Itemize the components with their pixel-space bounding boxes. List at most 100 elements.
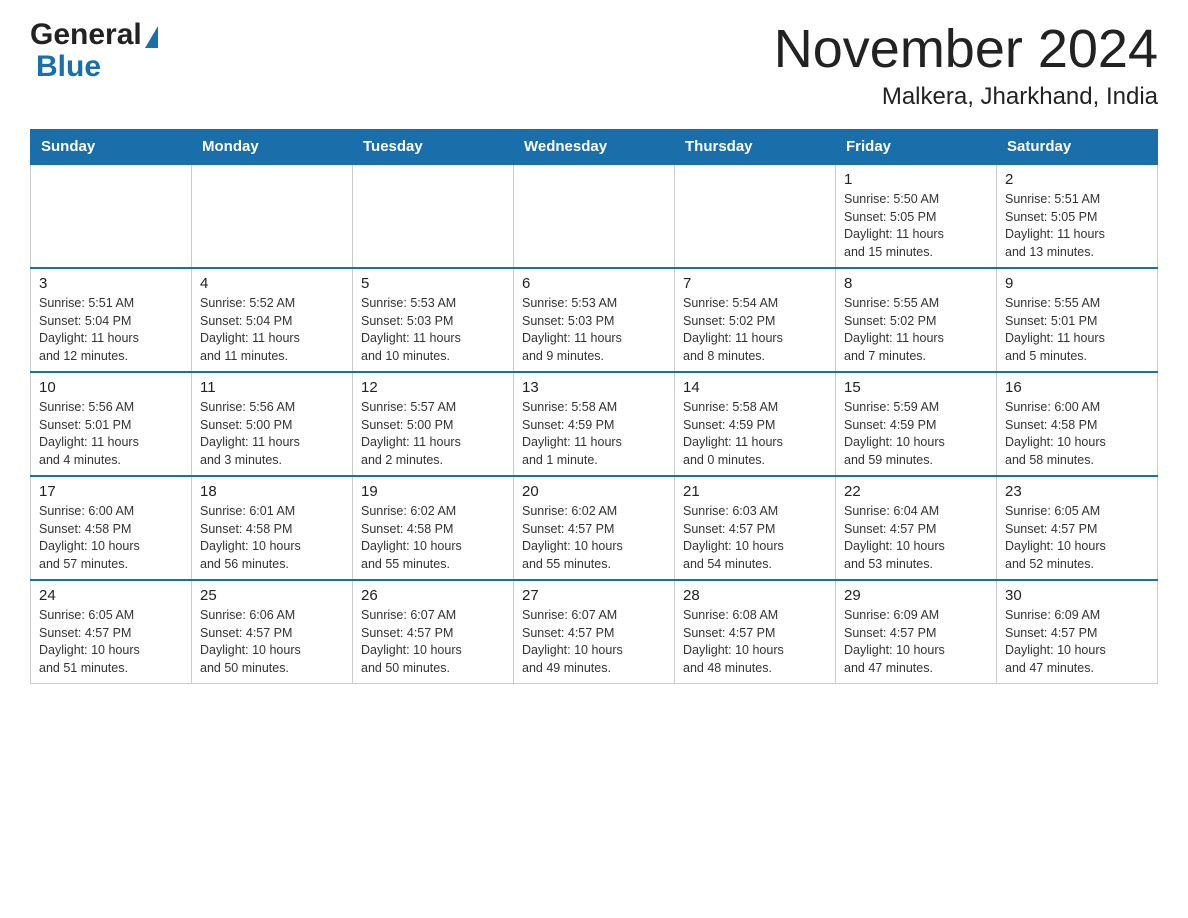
day-info: Sunrise: 6:03 AM Sunset: 4:57 PM Dayligh… — [683, 503, 827, 573]
logo: General Blue — [30, 20, 158, 84]
logo-triangle-icon — [145, 26, 158, 48]
day-number: 18 — [200, 483, 344, 500]
day-number: 12 — [361, 379, 505, 396]
week-row-4: 17 Sunrise: 6:00 AM Sunset: 4:58 PM Dayli… — [31, 476, 1158, 580]
day-info: Sunrise: 6:05 AM Sunset: 4:57 PM Dayligh… — [1005, 503, 1149, 573]
day-info: Sunrise: 6:07 AM Sunset: 4:57 PM Dayligh… — [361, 607, 505, 677]
day-cell: 8Sunrise: 5:55 AM Sunset: 5:02 PM Daylig… — [836, 268, 997, 372]
day-info: Sunrise: 5:56 AM Sunset: 5:00 PM Dayligh… — [200, 399, 344, 469]
day-cell: 2Sunrise: 5:51 AM Sunset: 5:05 PM Daylig… — [997, 164, 1158, 268]
calendar-table: SundayMondayTuesdayWednesdayThursdayFrid… — [30, 129, 1158, 684]
day-number: 17 — [39, 483, 183, 500]
day-info: Sunrise: 6:08 AM Sunset: 4:57 PM Dayligh… — [683, 607, 827, 677]
day-info: Sunrise: 5:55 AM Sunset: 5:02 PM Dayligh… — [844, 295, 988, 365]
day-info: Sunrise: 5:58 AM Sunset: 4:59 PM Dayligh… — [522, 399, 666, 469]
subtitle: Malkera, Jharkhand, India — [774, 83, 1158, 111]
day-info: Sunrise: 5:55 AM Sunset: 5:01 PM Dayligh… — [1005, 295, 1149, 365]
day-number: 19 — [361, 483, 505, 500]
weekday-header-wednesday: Wednesday — [514, 130, 675, 165]
day-info: Sunrise: 6:06 AM Sunset: 4:57 PM Dayligh… — [200, 607, 344, 677]
day-info: Sunrise: 6:05 AM Sunset: 4:57 PM Dayligh… — [39, 607, 183, 677]
day-cell: 6 Sunrise: 5:53 AM Sunset: 5:03 PM Daylig… — [514, 268, 675, 372]
day-cell: 14 Sunrise: 5:58 AM Sunset: 4:59 PM Dayli… — [675, 372, 836, 476]
weekday-header-saturday: Saturday — [997, 130, 1158, 165]
day-cell: 15 Sunrise: 5:59 AM Sunset: 4:59 PM Dayli… — [836, 372, 997, 476]
day-info: Sunrise: 5:58 AM Sunset: 4:59 PM Dayligh… — [683, 399, 827, 469]
day-info: Sunrise: 5:51 AM Sunset: 5:04 PM Dayligh… — [39, 295, 183, 365]
page-header: General Blue November 2024 Malkera, Jhar… — [30, 20, 1158, 111]
day-info: Sunrise: 6:00 AM Sunset: 4:58 PM Dayligh… — [39, 503, 183, 573]
day-number: 30 — [1005, 587, 1149, 604]
day-cell: 25 Sunrise: 6:06 AM Sunset: 4:57 PM Dayli… — [192, 580, 353, 684]
day-number: 7 — [683, 275, 827, 292]
day-cell — [192, 164, 353, 268]
day-number: 27 — [522, 587, 666, 604]
day-info: Sunrise: 6:09 AM Sunset: 4:57 PM Dayligh… — [844, 607, 988, 677]
day-number: 14 — [683, 379, 827, 396]
day-cell: 23Sunrise: 6:05 AM Sunset: 4:57 PM Dayli… — [997, 476, 1158, 580]
day-number: 20 — [522, 483, 666, 500]
day-number: 16 — [1005, 379, 1149, 396]
day-number: 5 — [361, 275, 505, 292]
day-cell: 29 Sunrise: 6:09 AM Sunset: 4:57 PM Dayli… — [836, 580, 997, 684]
day-number: 10 — [39, 379, 183, 396]
weekday-header-thursday: Thursday — [675, 130, 836, 165]
day-cell: 11 Sunrise: 5:56 AM Sunset: 5:00 PM Dayli… — [192, 372, 353, 476]
day-cell — [514, 164, 675, 268]
day-cell: 24 Sunrise: 6:05 AM Sunset: 4:57 PM Dayli… — [31, 580, 192, 684]
logo-general-text: General — [30, 20, 142, 50]
day-number: 28 — [683, 587, 827, 604]
day-cell: 4 Sunrise: 5:52 AM Sunset: 5:04 PM Daylig… — [192, 268, 353, 372]
day-info: Sunrise: 5:53 AM Sunset: 5:03 PM Dayligh… — [522, 295, 666, 365]
weekday-header-tuesday: Tuesday — [353, 130, 514, 165]
day-info: Sunrise: 5:53 AM Sunset: 5:03 PM Dayligh… — [361, 295, 505, 365]
day-number: 26 — [361, 587, 505, 604]
day-cell: 21 Sunrise: 6:03 AM Sunset: 4:57 PM Dayli… — [675, 476, 836, 580]
day-number: 15 — [844, 379, 988, 396]
day-number: 9 — [1005, 275, 1149, 292]
day-number: 21 — [683, 483, 827, 500]
day-info: Sunrise: 5:57 AM Sunset: 5:00 PM Dayligh… — [361, 399, 505, 469]
day-number: 25 — [200, 587, 344, 604]
day-cell: 22 Sunrise: 6:04 AM Sunset: 4:57 PM Dayli… — [836, 476, 997, 580]
day-cell: 20 Sunrise: 6:02 AM Sunset: 4:57 PM Dayli… — [514, 476, 675, 580]
day-cell: 9 Sunrise: 5:55 AM Sunset: 5:01 PM Daylig… — [997, 268, 1158, 372]
day-number: 24 — [39, 587, 183, 604]
day-cell: 5 Sunrise: 5:53 AM Sunset: 5:03 PM Daylig… — [353, 268, 514, 372]
day-number: 11 — [200, 379, 344, 396]
logo-blue-text: Blue — [36, 50, 101, 84]
main-title: November 2024 — [774, 20, 1158, 79]
day-cell — [31, 164, 192, 268]
day-cell: 7 Sunrise: 5:54 AM Sunset: 5:02 PM Daylig… — [675, 268, 836, 372]
day-info: Sunrise: 5:54 AM Sunset: 5:02 PM Dayligh… — [683, 295, 827, 365]
day-number: 29 — [844, 587, 988, 604]
day-number: 1 — [844, 171, 988, 188]
day-info: Sunrise: 6:02 AM Sunset: 4:58 PM Dayligh… — [361, 503, 505, 573]
day-info: Sunrise: 6:02 AM Sunset: 4:57 PM Dayligh… — [522, 503, 666, 573]
weekday-header-row: SundayMondayTuesdayWednesdayThursdayFrid… — [31, 130, 1158, 165]
day-number: 13 — [522, 379, 666, 396]
week-row-1: 1 Sunrise: 5:50 AM Sunset: 5:05 PM Daylig… — [31, 164, 1158, 268]
day-cell: 30Sunrise: 6:09 AM Sunset: 4:57 PM Dayli… — [997, 580, 1158, 684]
day-cell: 26 Sunrise: 6:07 AM Sunset: 4:57 PM Dayli… — [353, 580, 514, 684]
day-number: 22 — [844, 483, 988, 500]
day-number: 4 — [200, 275, 344, 292]
day-info: Sunrise: 5:52 AM Sunset: 5:04 PM Dayligh… — [200, 295, 344, 365]
day-info: Sunrise: 5:56 AM Sunset: 5:01 PM Dayligh… — [39, 399, 183, 469]
day-info: Sunrise: 6:04 AM Sunset: 4:57 PM Dayligh… — [844, 503, 988, 573]
day-info: Sunrise: 5:51 AM Sunset: 5:05 PM Dayligh… — [1005, 191, 1149, 261]
weekday-header-monday: Monday — [192, 130, 353, 165]
week-row-2: 3Sunrise: 5:51 AM Sunset: 5:04 PM Daylig… — [31, 268, 1158, 372]
day-number: 6 — [522, 275, 666, 292]
day-info: Sunrise: 6:01 AM Sunset: 4:58 PM Dayligh… — [200, 503, 344, 573]
day-cell: 12 Sunrise: 5:57 AM Sunset: 5:00 PM Dayli… — [353, 372, 514, 476]
day-cell: 10 Sunrise: 5:56 AM Sunset: 5:01 PM Dayli… — [31, 372, 192, 476]
day-cell: 19 Sunrise: 6:02 AM Sunset: 4:58 PM Dayli… — [353, 476, 514, 580]
day-info: Sunrise: 5:50 AM Sunset: 5:05 PM Dayligh… — [844, 191, 988, 261]
weekday-header-sunday: Sunday — [31, 130, 192, 165]
day-cell: 16Sunrise: 6:00 AM Sunset: 4:58 PM Dayli… — [997, 372, 1158, 476]
day-info: Sunrise: 5:59 AM Sunset: 4:59 PM Dayligh… — [844, 399, 988, 469]
week-row-3: 10 Sunrise: 5:56 AM Sunset: 5:01 PM Dayli… — [31, 372, 1158, 476]
week-row-5: 24 Sunrise: 6:05 AM Sunset: 4:57 PM Dayli… — [31, 580, 1158, 684]
weekday-header-friday: Friday — [836, 130, 997, 165]
